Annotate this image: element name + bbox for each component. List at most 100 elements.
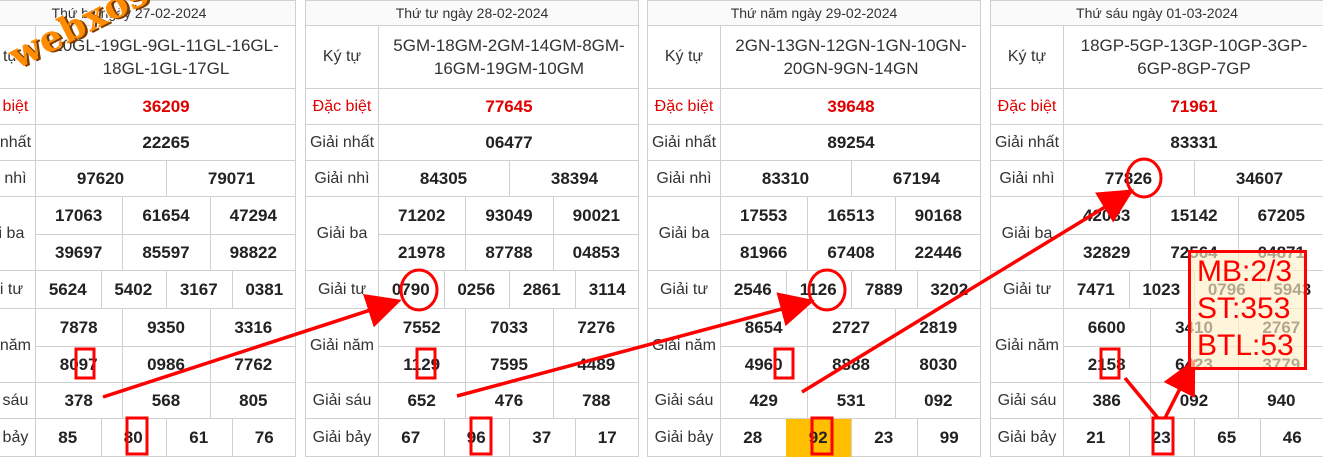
- prize-row-g6: Giải sáu378568 805: [0, 383, 295, 419]
- prize-row-g6: Giải sáu 386 092 940: [991, 383, 1323, 419]
- prize-label: Giải bảy: [0, 419, 36, 456]
- prize-number: 2861: [509, 271, 576, 309]
- prize-label: Giải bảy: [306, 419, 379, 456]
- result-panel: Thứ tư ngày 28-02-2024 Ký tự 5GM-18GM-2GM-…: [305, 0, 639, 457]
- prize-label: Đặc biệt: [306, 89, 379, 124]
- prize-number: 6600: [1063, 309, 1152, 346]
- prize-number: 21978: [378, 234, 467, 271]
- prize-number: 1126: [786, 271, 852, 309]
- prize-number: 47294: [229, 205, 277, 225]
- row-divider: [720, 346, 980, 347]
- prize-label: Giải nhì: [306, 161, 379, 196]
- prize-row-g6: Giải sáu 429 531 092: [648, 383, 980, 419]
- prize-label: Giải ba: [306, 197, 379, 270]
- prize-value: 83331: [1170, 132, 1218, 152]
- prize-row-g4: Giải tư562454023167 0381: [0, 271, 295, 309]
- prize-value: 36209: [142, 96, 190, 116]
- prize-number: 8030: [919, 354, 958, 374]
- row-divider: [35, 346, 295, 347]
- prize-number: 28: [720, 419, 787, 457]
- prize-label: Đặc biệt: [0, 89, 36, 124]
- prize-number: 46: [1282, 428, 1302, 447]
- prize-number: 17063: [35, 197, 124, 234]
- prize-label: Giải nhì: [991, 161, 1064, 196]
- prize-number: 0790: [378, 271, 445, 309]
- prize-number: 8654: [720, 309, 809, 346]
- code-line: 5GM-18GM-2GM-14GM-8GM-: [393, 35, 625, 55]
- prize-label: Giải nhất: [0, 125, 36, 160]
- row-divider: [720, 234, 980, 235]
- prize-label: Giải năm: [0, 309, 36, 382]
- code-list: 2GN-13GN-12GN-1GN-10GN- 20GN-9GN-14GN: [720, 25, 982, 88]
- prize-number: 7878: [35, 309, 124, 346]
- prize-number: 71202: [378, 197, 467, 234]
- prize-number: 32829: [1063, 234, 1152, 271]
- prize-number: 0256: [444, 271, 510, 309]
- prize-label: Giải ba: [648, 197, 721, 270]
- prize-number: 092: [924, 391, 953, 410]
- prize-number: 7762: [234, 354, 273, 374]
- prize-number: 81966: [720, 234, 809, 271]
- prize-number: 531: [807, 383, 896, 419]
- result-panel: Thứ năm ngày 29-02-2024 Ký tự 2GN-13GN-12G…: [647, 0, 981, 457]
- prize-number: 87788: [465, 234, 554, 271]
- prize-number: 17553: [720, 197, 809, 234]
- prize-number: 2819: [919, 317, 958, 337]
- prize-number: 2158: [1063, 346, 1152, 383]
- prize-row-g3: Giải ba 71202 93049 90021 21978 87788 04853: [306, 197, 638, 271]
- prize-row-g2: Giải nhì 83310 67194: [648, 161, 980, 197]
- prize-row-kytu: Ký tự 2GN-13GN-12GN-1GN-10GN- 20GN-9GN-14G…: [648, 25, 980, 89]
- prize-number: 476: [465, 383, 554, 419]
- prize-number: 805: [239, 391, 268, 410]
- prize-number: 092: [1150, 383, 1239, 419]
- prize-label: Giải bảy: [991, 419, 1064, 456]
- prize-row-g5: Giải năm78789350 3316 80970986 7762: [0, 309, 295, 383]
- code-list: 5GM-18GM-2GM-14GM-8GM- 16GM-19GM-10GM: [378, 25, 640, 88]
- prize-label: Giải nhì: [0, 161, 36, 196]
- prize-number: 652: [378, 383, 467, 419]
- prize-number: 83310: [720, 161, 852, 197]
- prize-label: Ký tự: [648, 25, 721, 88]
- prize-number: 90021: [572, 205, 620, 225]
- prize-number: 568: [122, 383, 211, 419]
- prize-number: 90168: [914, 205, 962, 225]
- prize-number: 0381: [245, 280, 284, 299]
- prize-number: 3114: [588, 280, 626, 299]
- prize-number: 4960: [720, 346, 809, 383]
- prize-number: 85597: [122, 234, 211, 271]
- stats-btl: BTL:53: [1197, 329, 1294, 362]
- prize-number: 7033: [465, 309, 554, 346]
- prize-label: Giải nhì: [648, 161, 721, 196]
- code-list: 18GP-5GP-13GP-10GP-3GP- 6GP-8GP-7GP: [1063, 25, 1323, 88]
- prize-number: 23: [851, 419, 918, 457]
- prize-label: Đặc biệt: [991, 89, 1064, 124]
- prize-number: 92: [785, 419, 852, 457]
- code-line: 20GN-9GN-14GN: [783, 58, 919, 78]
- stats-st: ST:353: [1197, 292, 1291, 325]
- prize-row-g7: Giải bảy 67 96 37 17: [306, 419, 638, 457]
- prize-number: 1129: [378, 346, 467, 383]
- prize-row-g1: Giải nhất 22265: [0, 125, 295, 161]
- prize-number: 61: [166, 419, 233, 457]
- prize-number: 97620: [35, 161, 167, 197]
- prize-number: 3202: [930, 280, 969, 299]
- prize-label: Giải sáu: [991, 383, 1064, 418]
- prize-number: 38394: [550, 169, 599, 188]
- prize-row-g4: Giải tư 2546 1126 7889 3202: [648, 271, 980, 309]
- draw-date: Thứ năm ngày 29-02-2024: [648, 1, 980, 26]
- prize-number: 7889: [851, 271, 918, 309]
- prize-number: 8097: [35, 346, 124, 383]
- prize-number: 17: [597, 428, 617, 447]
- prize-number: 80: [101, 419, 167, 457]
- prize-row-db: Đặc biệt 71961: [991, 89, 1323, 125]
- code-line: 2GN-13GN-12GN-1GN-10GN-: [735, 35, 967, 55]
- prize-number: 940: [1267, 391, 1296, 410]
- prize-label: Giải tư: [0, 271, 36, 308]
- prize-number: 4489: [577, 354, 616, 374]
- prize-number: 65: [1194, 419, 1261, 457]
- row-divider: [378, 234, 638, 235]
- prize-number: 96: [444, 419, 510, 457]
- prize-number: 98822: [229, 242, 277, 262]
- stats-mb: MB:2/3: [1197, 255, 1293, 288]
- prize-number: 3316: [234, 317, 273, 337]
